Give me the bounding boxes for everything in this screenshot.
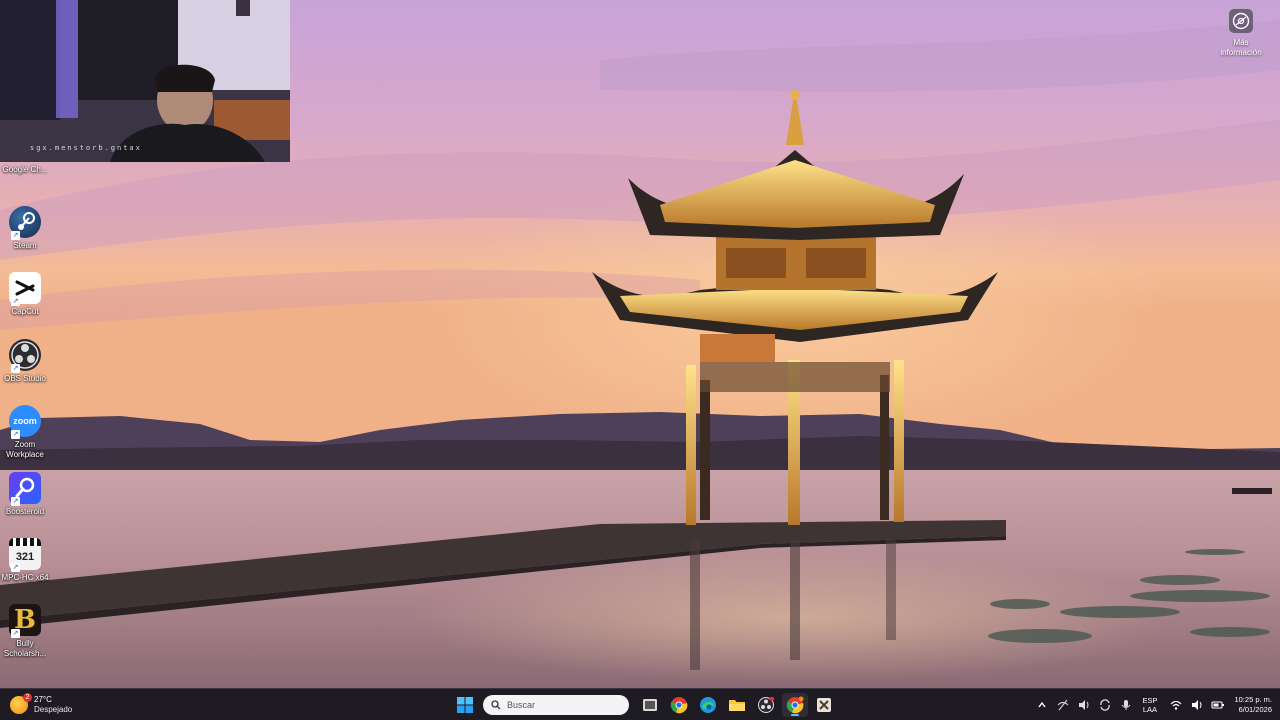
clock-date: 6/01/2026 (1238, 705, 1272, 714)
start-button[interactable] (452, 693, 478, 717)
desktop-icon-label: Steam (13, 241, 37, 250)
desktop-icon-label: Zoom Workplace (6, 440, 44, 459)
file-explorer-icon (729, 700, 745, 711)
desktop-icon-label: OBS Studio (4, 374, 46, 383)
chrome-icon (786, 696, 804, 714)
desktop-icon-label: Google Ch... (2, 165, 48, 174)
weather-condition: Despejado (34, 705, 73, 714)
task-view-button[interactable] (637, 693, 663, 717)
more-info-widget[interactable]: Más información (1214, 8, 1268, 58)
mpc-hc-icon: 321 ↗ (9, 538, 41, 572)
weather-sun-icon: 2 (10, 693, 32, 714)
system-tray: ESP LAA 10:25 p. m. 6/01/2026 (1031, 692, 1272, 718)
search-input[interactable] (507, 700, 617, 710)
tray-app-3[interactable] (1095, 695, 1115, 715)
bully-icon: B ↗ (9, 604, 41, 638)
weather-widget[interactable]: 2 27°C Despejado (10, 692, 72, 718)
keyboard-layout: LAA (1142, 705, 1158, 714)
battery-button[interactable] (1208, 695, 1228, 715)
chevron-up-icon (1038, 701, 1047, 708)
video-app-icon (817, 698, 831, 712)
tray-app-2[interactable] (1074, 695, 1094, 715)
volume-icon (1192, 700, 1202, 710)
language-code: ESP (1142, 696, 1158, 705)
camera-info-icon (1228, 8, 1254, 34)
zoom-icon: zoom ↗ (9, 405, 41, 439)
webcam-caption: sgx.menstorb.gntax (30, 144, 142, 152)
desktop-icon-label: CapCut (11, 307, 39, 316)
windows-start-icon (457, 697, 473, 713)
weather-temperature: 27°C (34, 695, 52, 704)
obs-icon (758, 696, 775, 713)
language-indicator[interactable]: ESP LAA (1142, 696, 1157, 714)
notification-badge: 2 (23, 693, 32, 702)
desktop-icon-google-chrome[interactable]: Google Ch... (0, 162, 50, 175)
webcam-overlay: sgx.menstorb.gntax (0, 0, 290, 162)
clock[interactable]: 10:25 p. m. 6/01/2026 (1234, 695, 1272, 715)
microphone-icon (1122, 700, 1131, 710)
edge-icon (700, 697, 716, 713)
taskbar-chrome[interactable] (666, 693, 692, 717)
desktop-icon-steam[interactable]: ↗ Steam (0, 206, 50, 251)
wifi-icon (1171, 700, 1182, 710)
desktop-icon-label: Boosteroid (5, 507, 45, 516)
desktop-icon-bully[interactable]: B ↗ Bully Scholarsh... (0, 604, 50, 659)
desktop-icon-boosteroid[interactable]: ↗ Boosteroid (0, 472, 50, 517)
webcam-feed (0, 0, 290, 162)
wifi-button[interactable] (1166, 695, 1186, 715)
more-info-label: Más información (1220, 38, 1262, 57)
taskbar-obs[interactable] (753, 693, 779, 717)
taskbar: 2 27°C Despejado Buscar ESP LAA 10:25 p.… (0, 688, 1280, 720)
clock-time: 10:25 p. m. (1234, 695, 1272, 704)
taskbar-chrome-active[interactable] (782, 693, 808, 717)
tray-overflow-button[interactable] (1032, 695, 1052, 715)
task-view-icon (643, 699, 657, 711)
desktop-icon-capcut[interactable]: ↗ CapCut (0, 272, 50, 317)
desktop-icon-label: Bully Scholarsh... (3, 639, 47, 658)
boosteroid-icon: ↗ (9, 472, 41, 506)
taskbar-search[interactable] (483, 695, 629, 715)
steam-icon: ↗ (9, 206, 41, 240)
volume-button[interactable] (1187, 695, 1207, 715)
tray-app-1[interactable] (1053, 695, 1073, 715)
desktop-icon-zoom-workplace[interactable]: zoom ↗ Zoom Workplace (0, 405, 50, 460)
desktop-icon-obs-studio[interactable]: ↗ OBS Studio (0, 339, 50, 384)
search-icon (491, 700, 501, 710)
chrome-icon (670, 697, 688, 714)
desktop-icon-label: MPC-HC x64 (1, 573, 49, 582)
sync-icon (1100, 699, 1111, 711)
capcut-icon: ↗ (9, 272, 41, 306)
battery-icon (1211, 701, 1225, 709)
taskbar-center (452, 693, 840, 717)
speaker-icon (1079, 700, 1089, 710)
tray-app-4[interactable] (1116, 695, 1136, 715)
taskbar-file-explorer[interactable] (724, 693, 750, 717)
taskbar-edge[interactable] (695, 693, 721, 717)
network-off-icon (1058, 699, 1069, 711)
obs-icon: ↗ (9, 339, 41, 373)
taskbar-video-app[interactable] (811, 693, 837, 717)
desktop-icon-mpc-hc[interactable]: 321 ↗ MPC-HC x64 (0, 538, 50, 583)
